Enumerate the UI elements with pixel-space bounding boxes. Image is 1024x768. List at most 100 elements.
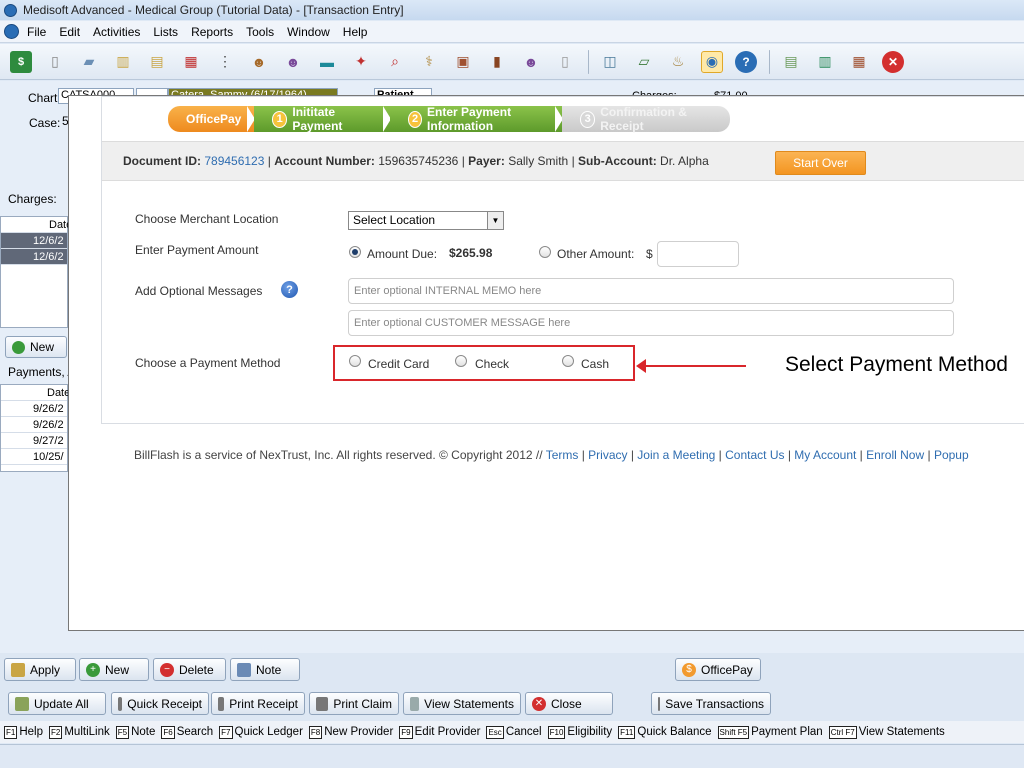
- save-transactions-button[interactable]: Save Transactions: [651, 692, 771, 715]
- table-row[interactable]: 12/6/2: [1, 249, 67, 265]
- action-bar-1: Apply + New − Delete Note $ OfficePay: [0, 653, 1024, 687]
- document-icon[interactable]: ▯: [44, 51, 66, 73]
- update-all-button[interactable]: Update All: [8, 692, 106, 715]
- cash-radio[interactable]: [562, 355, 574, 367]
- menu-help[interactable]: Help: [343, 25, 368, 39]
- fkey-help[interactable]: F1 Help: [4, 725, 43, 739]
- book-icon[interactable]: ▰: [78, 51, 100, 73]
- fkey-quick-ledger[interactable]: F7 Quick Ledger: [219, 725, 303, 739]
- quick-receipt-button[interactable]: Quick Receipt: [111, 692, 209, 715]
- my-account-link[interactable]: My Account: [794, 448, 856, 462]
- user-card-icon[interactable]: ▣: [452, 51, 474, 73]
- merchant-location-select[interactable]: Select Location ▼: [348, 211, 504, 230]
- enroll-now-link[interactable]: Enroll Now: [866, 448, 924, 462]
- other-amount-input[interactable]: [657, 241, 739, 267]
- search-document-icon[interactable]: ⌕: [384, 51, 406, 73]
- clipboard-icon[interactable]: ▥: [112, 51, 134, 73]
- menu-lists[interactable]: Lists: [153, 25, 178, 39]
- fkey-search[interactable]: F6 Search: [161, 725, 213, 739]
- menu-file[interactable]: File: [27, 25, 46, 39]
- fkey-eligibility[interactable]: F10 Eligibility: [547, 725, 612, 739]
- new-charge-button[interactable]: New: [5, 336, 67, 358]
- document-id-link[interactable]: 789456123: [204, 154, 264, 168]
- app-icon: [4, 3, 17, 17]
- fkey-quick-balance[interactable]: F11 Quick Balance: [618, 725, 712, 739]
- fkey-payment-plan[interactable]: Shift F5 Payment Plan: [717, 725, 823, 739]
- amount-due-label: Amount Due:: [367, 247, 438, 261]
- fkey-edit-provider[interactable]: F9 Edit Provider: [399, 725, 480, 739]
- list-icon[interactable]: ▤: [780, 51, 802, 73]
- money-bag-icon[interactable]: ♨: [667, 51, 689, 73]
- privacy-link[interactable]: Privacy: [588, 448, 627, 462]
- help-icon[interactable]: ?: [735, 50, 757, 73]
- join-meeting-link[interactable]: Join a Meeting: [637, 448, 715, 462]
- doctor-icon[interactable]: ⚕: [418, 51, 440, 73]
- print-claim-label: Print Claim: [333, 696, 392, 711]
- card-icon[interactable]: ▬: [316, 51, 338, 73]
- fkey-cancel[interactable]: Esc Cancel: [486, 725, 542, 739]
- status-bar: [0, 744, 1024, 768]
- fkey-label: View Statements: [858, 726, 945, 738]
- fkey-note[interactable]: F5 Note: [115, 725, 155, 739]
- people-icon[interactable]: ☻: [520, 51, 542, 73]
- new-charge-label: New: [30, 340, 55, 354]
- menu-window[interactable]: Window: [287, 25, 330, 39]
- amount-due-radio[interactable]: [349, 246, 361, 258]
- other-amount-radio[interactable]: [539, 246, 551, 258]
- fkey-multilink[interactable]: F2 MultiLink: [49, 725, 110, 739]
- help-icon[interactable]: ?: [281, 281, 298, 298]
- notes-icon[interactable]: ▤: [146, 51, 168, 73]
- start-over-button[interactable]: Start Over: [775, 151, 866, 175]
- popup-link[interactable]: Popup: [934, 448, 969, 462]
- report-icon[interactable]: ▥: [814, 51, 836, 73]
- internal-memo-input[interactable]: Enter optional INTERNAL MEMO here: [348, 278, 954, 304]
- table-row[interactable]: 9/26/2: [1, 401, 67, 417]
- print-receipt-button[interactable]: Print Receipt: [211, 692, 305, 715]
- pin-icon[interactable]: ✦: [350, 51, 372, 73]
- dollar-icon[interactable]: $: [10, 50, 32, 73]
- binder-icon[interactable]: ▮: [486, 51, 508, 73]
- payer-label: Payer:: [468, 154, 505, 168]
- step-label: Inititate Payment: [292, 105, 343, 133]
- report-user-icon[interactable]: ▦: [848, 51, 870, 73]
- table-row[interactable]: 9/26/2: [1, 417, 67, 433]
- menu-tools[interactable]: Tools: [246, 25, 274, 39]
- separator: |: [571, 154, 575, 168]
- print-claim-button[interactable]: Print Claim: [309, 692, 399, 715]
- fkey-view-statements[interactable]: Ctrl F7 View Statements: [828, 725, 945, 739]
- note-button[interactable]: Note: [230, 658, 300, 681]
- fkey-label: Cancel: [505, 726, 542, 738]
- traffic-light-icon[interactable]: ⋮: [214, 51, 236, 73]
- check-radio[interactable]: [455, 355, 467, 367]
- wallet-icon[interactable]: ◫: [599, 51, 621, 73]
- group-icon[interactable]: ☻: [282, 51, 304, 73]
- contact-us-link[interactable]: Contact Us: [725, 448, 784, 462]
- check-label: Check: [475, 357, 510, 371]
- exit-icon[interactable]: ✕: [882, 50, 904, 73]
- table-row[interactable]: 10/25/: [1, 449, 67, 465]
- users-icon[interactable]: ☻: [248, 51, 270, 73]
- calendar-icon[interactable]: ▦: [180, 51, 202, 73]
- officepay-icon[interactable]: ◉: [701, 50, 723, 73]
- file-icon[interactable]: ▯: [554, 51, 576, 73]
- view-statements-button[interactable]: View Statements: [403, 692, 521, 715]
- menu-reports[interactable]: Reports: [191, 25, 233, 39]
- fkey-key: F9: [399, 725, 413, 739]
- delete-button[interactable]: − Delete: [153, 658, 226, 681]
- customer-message-input[interactable]: Enter optional CUSTOMER MESSAGE here: [348, 310, 954, 336]
- credit-card-radio[interactable]: [349, 355, 361, 367]
- table-row[interactable]: 12/6/2: [1, 233, 67, 249]
- officepay-button[interactable]: $ OfficePay: [675, 658, 761, 681]
- terms-link[interactable]: Terms: [546, 448, 579, 462]
- new-button[interactable]: + New: [79, 658, 149, 681]
- money-icon[interactable]: ▱: [633, 51, 655, 73]
- apply-button[interactable]: Apply: [4, 658, 76, 681]
- menu-activities[interactable]: Activities: [93, 25, 140, 39]
- medisoft-icon[interactable]: [4, 24, 19, 39]
- save-icon: [658, 696, 661, 711]
- menu-edit[interactable]: Edit: [59, 25, 80, 39]
- view-statements-label: View Statements: [424, 696, 514, 711]
- close-button[interactable]: ✕ Close: [525, 692, 613, 715]
- table-row[interactable]: 9/27/2: [1, 433, 67, 449]
- fkey-new-provider[interactable]: F8 New Provider: [308, 725, 393, 739]
